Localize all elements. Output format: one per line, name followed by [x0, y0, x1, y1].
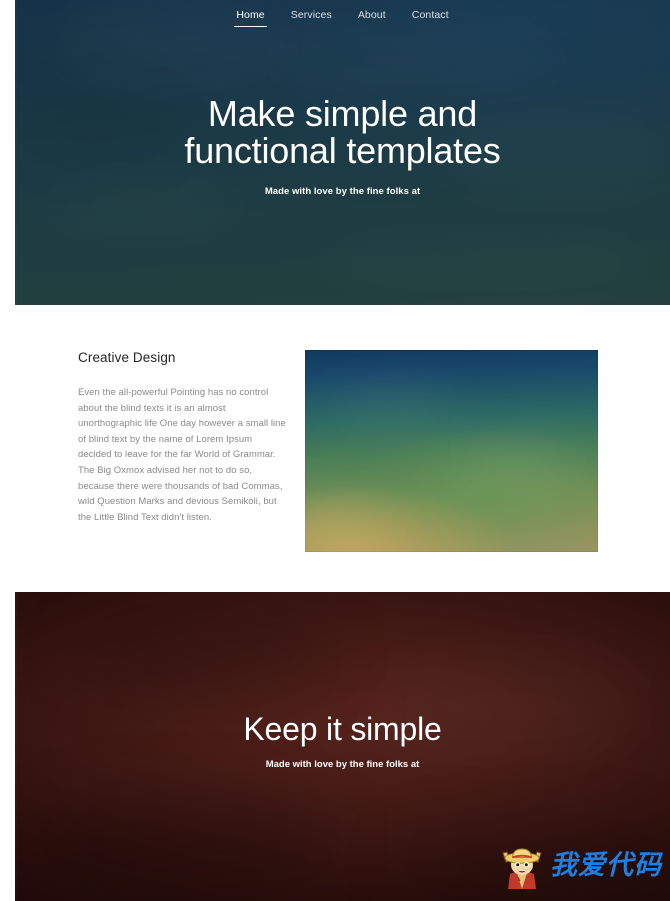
- feature-image: [305, 350, 598, 552]
- feature-section: Creative Design Even the all-powerful Po…: [0, 305, 670, 592]
- nav-item-contact[interactable]: Contact: [410, 9, 451, 27]
- main-navigation: Home Services About Contact: [15, 9, 670, 27]
- outro-title: Keep it simple: [243, 711, 442, 747]
- hero-content: Make simple and functional templates Mad…: [15, 96, 670, 198]
- watermark: 我爱代码: [499, 843, 662, 889]
- hero-light-blotch: [265, 30, 565, 90]
- hero-title-line-1: Make simple and: [207, 93, 478, 134]
- hero-subtitle: Made with love by the fine folks at: [264, 186, 421, 197]
- feature-text-block: Creative Design Even the all-powerful Po…: [78, 350, 286, 525]
- straw-hat-boy-icon: [499, 843, 545, 889]
- nav-item-about[interactable]: About: [356, 9, 388, 27]
- outro-dark-blotch: [75, 612, 335, 702]
- outro-content: Keep it simple Made with love by the fin…: [15, 712, 670, 771]
- outro-dark-blotch: [35, 792, 335, 892]
- nav-item-home[interactable]: Home: [234, 9, 268, 27]
- outro-subtitle: Made with love by the fine folks at: [265, 759, 420, 770]
- nav-item-services[interactable]: Services: [289, 9, 334, 27]
- feature-body-text: Even the all-powerful Pointing has no co…: [78, 387, 286, 523]
- hero-title-line-2: functional templates: [184, 130, 501, 171]
- hero-title: Make simple and functional templates: [15, 96, 670, 169]
- watermark-text: 我爱代码: [550, 850, 662, 881]
- feature-title: Creative Design: [78, 350, 176, 365]
- hero-section: Home Services About Contact Make simple …: [15, 0, 670, 305]
- hero-light-blotch: [315, 230, 655, 300]
- feature-image-blur-overlay: [305, 350, 598, 552]
